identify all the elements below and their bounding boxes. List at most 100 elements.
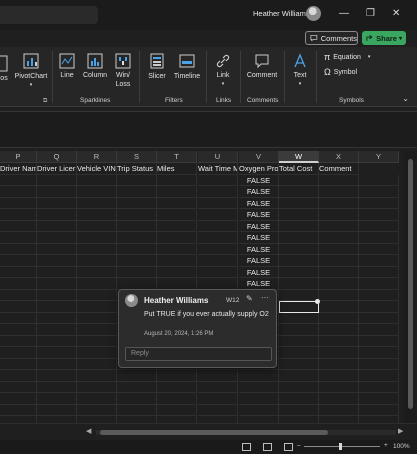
column-header-w[interactable]: W — [279, 151, 319, 163]
grid-cell[interactable] — [0, 186, 37, 198]
grid-cell[interactable] — [0, 381, 37, 393]
page-break-icon[interactable] — [284, 443, 293, 451]
sparkline-line-button[interactable]: Line — [56, 53, 78, 80]
grid-cell[interactable] — [198, 174, 238, 186]
grid-cell[interactable] — [77, 197, 117, 209]
grid-cell[interactable] — [279, 358, 319, 370]
grid-cell[interactable] — [157, 404, 197, 416]
grid-cell[interactable] — [359, 312, 399, 324]
grid-cell[interactable] — [198, 220, 238, 232]
grid-cell[interactable] — [37, 266, 77, 278]
comment-indicator-icon[interactable] — [315, 299, 320, 304]
grid-cell[interactable] — [37, 197, 77, 209]
grid-cell[interactable] — [77, 324, 117, 336]
grid-cell[interactable] — [319, 220, 359, 232]
column-header-q[interactable]: Q — [37, 151, 77, 163]
oxygen-cell[interactable]: FALSE — [239, 232, 279, 244]
zoom-out-icon[interactable]: – — [297, 442, 301, 449]
collapse-ribbon-icon[interactable]: ⌄ — [402, 94, 409, 103]
grid-cell[interactable] — [359, 289, 399, 301]
grid-cell[interactable] — [157, 278, 197, 290]
grid-cell[interactable] — [37, 301, 77, 313]
grid-cell[interactable] — [117, 416, 157, 423]
grid-cell[interactable] — [77, 266, 117, 278]
grid-cell[interactable] — [279, 312, 319, 324]
scroll-left-icon[interactable]: ◀ — [86, 427, 91, 435]
header-cell-w[interactable]: Total Cost — [279, 163, 319, 175]
chevron-down-icon[interactable]: ▾ — [399, 35, 402, 42]
column-header-x[interactable]: X — [319, 151, 359, 163]
link-button[interactable]: Link ▾ — [211, 53, 235, 89]
grid-cell[interactable] — [319, 174, 359, 186]
grid-cell[interactable] — [77, 347, 117, 359]
grid-cell[interactable] — [279, 243, 319, 255]
grid-cell[interactable] — [77, 232, 117, 244]
grid-cell[interactable] — [198, 404, 238, 416]
formula-bar[interactable] — [0, 111, 417, 148]
column-header-u[interactable]: U — [198, 151, 238, 163]
grid-cell[interactable] — [37, 335, 77, 347]
vertical-scrollbar[interactable] — [404, 151, 417, 423]
grid-cell[interactable] — [319, 278, 359, 290]
grid-cell[interactable] — [77, 220, 117, 232]
grid-cell[interactable] — [239, 381, 279, 393]
slicer-button[interactable]: Slicer — [144, 52, 170, 81]
grid-cell[interactable] — [198, 209, 238, 221]
grid-cell[interactable] — [319, 243, 359, 255]
grid-cell[interactable] — [359, 404, 399, 416]
grid-cell[interactable] — [77, 209, 117, 221]
grid-cell[interactable] — [37, 358, 77, 370]
grid-cell[interactable] — [359, 266, 399, 278]
grid-cell[interactable] — [157, 232, 197, 244]
grid-cell[interactable] — [239, 370, 279, 382]
grid-cell[interactable] — [279, 220, 319, 232]
account-avatar[interactable] — [306, 6, 321, 21]
grid-cell[interactable] — [279, 347, 319, 359]
grid-cell[interactable] — [157, 266, 197, 278]
close-icon[interactable]: ✕ — [392, 8, 400, 19]
grid-cell[interactable] — [359, 186, 399, 198]
grid-cell[interactable] — [0, 266, 37, 278]
grid-cell[interactable] — [319, 255, 359, 267]
grid-cell[interactable] — [117, 278, 157, 290]
grid-cell[interactable] — [198, 232, 238, 244]
grid-cell[interactable] — [239, 393, 279, 405]
grid-cell[interactable] — [359, 278, 399, 290]
grid-cell[interactable] — [37, 393, 77, 405]
grid-cell[interactable] — [239, 416, 279, 423]
grid-cell[interactable] — [319, 289, 359, 301]
grid-cell[interactable] — [239, 404, 279, 416]
grid-cell[interactable] — [319, 312, 359, 324]
grid-cell[interactable] — [319, 416, 359, 423]
grid-cell[interactable] — [0, 347, 37, 359]
zoom-slider[interactable] — [304, 446, 380, 447]
grid-cell[interactable] — [279, 393, 319, 405]
sparkline-winloss-button[interactable]: Win/ Loss — [112, 53, 134, 89]
grid-cell[interactable] — [198, 186, 238, 198]
grid-cell[interactable] — [77, 370, 117, 382]
pivotchart-button[interactable]: PivotChart ▾ — [13, 52, 49, 90]
oxygen-cell[interactable]: FALSE — [239, 186, 279, 198]
grid-cell[interactable] — [0, 358, 37, 370]
grid-cell[interactable] — [359, 243, 399, 255]
chevron-down-icon[interactable]: ▾ — [222, 80, 225, 89]
grid-cell[interactable] — [37, 381, 77, 393]
grid-cell[interactable] — [198, 255, 238, 267]
grid-cell[interactable] — [0, 197, 37, 209]
oxygen-cell[interactable]: FALSE — [239, 243, 279, 255]
grid-cell[interactable] — [359, 393, 399, 405]
header-cell-v[interactable]: Oxygen Pro — [239, 163, 279, 175]
grid-cell[interactable] — [77, 278, 117, 290]
grid-cell[interactable] — [319, 232, 359, 244]
grid-cell[interactable] — [77, 243, 117, 255]
grid-cell[interactable] — [37, 209, 77, 221]
grid-cell[interactable] — [359, 255, 399, 267]
grid-cell[interactable] — [359, 381, 399, 393]
grid-cell[interactable] — [279, 255, 319, 267]
minimize-icon[interactable]: — — [339, 8, 349, 19]
grid-cell[interactable] — [37, 220, 77, 232]
header-cell-r[interactable]: Vehicle VIN — [77, 163, 117, 175]
grid-cell[interactable] — [77, 381, 117, 393]
grid-cell[interactable] — [359, 416, 399, 423]
column-header-r[interactable]: R — [77, 151, 117, 163]
